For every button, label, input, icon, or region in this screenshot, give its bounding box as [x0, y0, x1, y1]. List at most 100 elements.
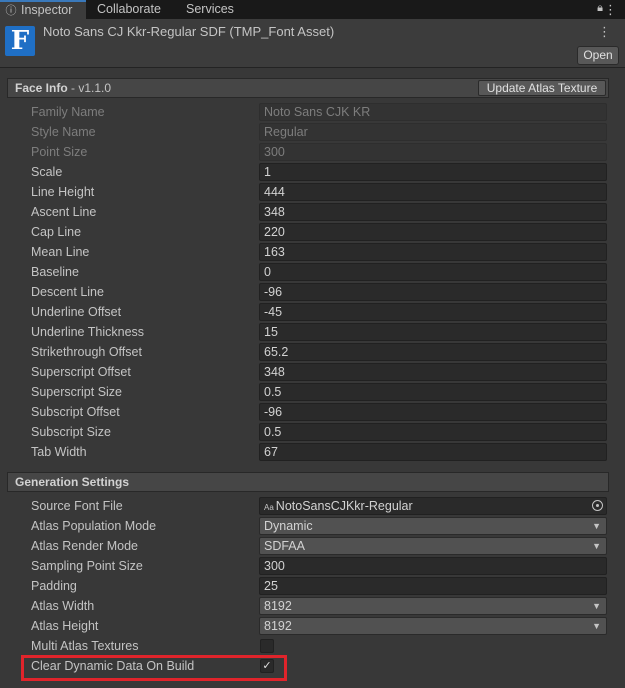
tab-services[interactable]: Services	[186, 0, 234, 19]
atlas-population-mode-dropdown[interactable]: Dynamic ▼	[259, 517, 607, 535]
atlas-height-value: 8192	[264, 619, 292, 633]
field-input: Noto Sans CJK KR	[259, 103, 607, 121]
face-info-row: Superscript Offset 348	[0, 362, 625, 382]
atlas-render-mode-row: Atlas Render Mode SDFAA ▼	[0, 536, 625, 556]
chevron-down-icon: ▼	[592, 541, 601, 551]
field-input[interactable]: 0	[259, 263, 607, 281]
object-picker-icon[interactable]	[592, 500, 603, 511]
field-input[interactable]: 65.2	[259, 343, 607, 361]
sampling-point-size-field[interactable]: 300	[259, 557, 607, 575]
multi-atlas-textures-checkbox[interactable]	[260, 639, 274, 653]
atlas-width-value: 8192	[264, 599, 292, 613]
face-info-row: Underline Thickness 15	[0, 322, 625, 342]
atlas-width-dropdown[interactable]: 8192 ▼	[259, 597, 607, 615]
multi-atlas-textures-row: Multi Atlas Textures	[0, 636, 625, 656]
tab-collaborate[interactable]: Collaborate	[97, 0, 161, 19]
source-font-file-row: Source Font File Aa NotoSansCJKkr-Regular	[0, 496, 625, 516]
field-label: Tab Width	[31, 445, 87, 459]
tab-menu-icon[interactable]: ⋮	[604, 0, 617, 19]
face-info-version: - v1.1.0	[71, 81, 112, 95]
field-input[interactable]: -45	[259, 303, 607, 321]
field-label: Subscript Offset	[31, 405, 120, 419]
asset-header: F Noto Sans CJ Kkr-Regular SDF (TMP_Font…	[0, 19, 625, 68]
generation-settings-title: Generation Settings	[15, 475, 130, 489]
field-input[interactable]: 348	[259, 363, 607, 381]
face-info-row: Descent Line -96	[0, 282, 625, 302]
face-info-row: Family Name Noto Sans CJK KR	[0, 102, 625, 122]
field-label: Subscript Size	[31, 425, 111, 439]
face-info-header[interactable]: Face Info - v1.1.0 Update Atlas Texture	[7, 78, 609, 98]
face-info-row: Tab Width 67	[0, 442, 625, 462]
tab-inspector-label: Inspector	[21, 3, 73, 17]
field-label: Strikethrough Offset	[31, 345, 142, 359]
open-button[interactable]: Open	[577, 46, 619, 65]
lock-icon[interactable]: 🔒︎	[597, 2, 603, 15]
field-input[interactable]: 15	[259, 323, 607, 341]
face-info-row: Mean Line 163	[0, 242, 625, 262]
source-font-file-label: Source Font File	[31, 499, 123, 513]
atlas-height-dropdown[interactable]: 8192 ▼	[259, 617, 607, 635]
field-label: Family Name	[31, 105, 105, 119]
asset-title: Noto Sans CJ Kkr-Regular SDF (TMP_Font A…	[43, 24, 335, 39]
font-asset-icon: F	[5, 26, 35, 56]
field-input[interactable]: -96	[259, 283, 607, 301]
field-input[interactable]: 0.5	[259, 423, 607, 441]
face-info-row: Underline Offset -45	[0, 302, 625, 322]
field-label: Cap Line	[31, 225, 82, 239]
atlas-width-row: Atlas Width 8192 ▼	[0, 596, 625, 616]
chevron-down-icon: ▼	[592, 521, 601, 531]
field-input[interactable]: 1	[259, 163, 607, 181]
atlas-width-label: Atlas Width	[31, 599, 95, 613]
field-label: Baseline	[31, 265, 79, 279]
tab-inspector[interactable]: ⓘ Inspector	[0, 0, 86, 19]
face-info-row: Style Name Regular	[0, 122, 625, 142]
face-info-title: Face Info - v1.1.0	[15, 81, 112, 95]
field-input[interactable]: 348	[259, 203, 607, 221]
atlas-population-mode-label: Atlas Population Mode	[31, 519, 157, 533]
face-info-row: Subscript Size 0.5	[0, 422, 625, 442]
field-label: Underline Thickness	[31, 325, 145, 339]
field-input[interactable]: 0.5	[259, 383, 607, 401]
tab-bar: ⓘ Inspector Collaborate Services 🔒︎ ⋮	[0, 0, 625, 19]
atlas-population-mode-row: Atlas Population Mode Dynamic ▼	[0, 516, 625, 536]
face-info-row: Cap Line 220	[0, 222, 625, 242]
generation-settings-header[interactable]: Generation Settings	[7, 472, 609, 492]
field-label: Underline Offset	[31, 305, 122, 319]
padding-field[interactable]: 25	[259, 577, 607, 595]
atlas-render-mode-value: SDFAA	[264, 539, 305, 553]
multi-atlas-textures-label: Multi Atlas Textures	[31, 639, 139, 653]
sampling-point-size-label: Sampling Point Size	[31, 559, 143, 573]
font-file-icon: Aa	[264, 503, 274, 512]
face-info-row: Scale 1	[0, 162, 625, 182]
field-label: Scale	[31, 165, 63, 179]
field-label: Descent Line	[31, 285, 104, 299]
sampling-point-size-row: Sampling Point Size 300	[0, 556, 625, 576]
chevron-down-icon: ▼	[592, 601, 601, 611]
face-info-row: Subscript Offset -96	[0, 402, 625, 422]
face-info-row: Point Size 300	[0, 142, 625, 162]
chevron-down-icon: ▼	[592, 621, 601, 631]
field-input[interactable]: 67	[259, 443, 607, 461]
source-font-file-value: NotoSansCJKkr-Regular	[275, 499, 413, 513]
field-label: Line Height	[31, 185, 95, 199]
field-label: Mean Line	[31, 245, 90, 259]
field-input: Regular	[259, 123, 607, 141]
face-info-row: Baseline 0	[0, 262, 625, 282]
field-input[interactable]: -96	[259, 403, 607, 421]
highlight-box	[21, 655, 287, 681]
update-atlas-texture-button[interactable]: Update Atlas Texture	[478, 80, 606, 96]
field-label: Style Name	[31, 125, 96, 139]
field-input: 300	[259, 143, 607, 161]
padding-label: Padding	[31, 579, 77, 593]
field-input[interactable]: 220	[259, 223, 607, 241]
atlas-height-row: Atlas Height 8192 ▼	[0, 616, 625, 636]
field-label: Ascent Line	[31, 205, 97, 219]
header-menu-icon[interactable]: ⋮	[598, 24, 611, 40]
field-label: Point Size	[31, 145, 88, 159]
info-icon: ⓘ	[5, 5, 17, 17]
source-font-file-field[interactable]: Aa NotoSansCJKkr-Regular	[259, 497, 607, 515]
atlas-render-mode-dropdown[interactable]: SDFAA ▼	[259, 537, 607, 555]
field-input[interactable]: 163	[259, 243, 607, 261]
face-info-row: Strikethrough Offset 65.2	[0, 342, 625, 362]
field-input[interactable]: 444	[259, 183, 607, 201]
